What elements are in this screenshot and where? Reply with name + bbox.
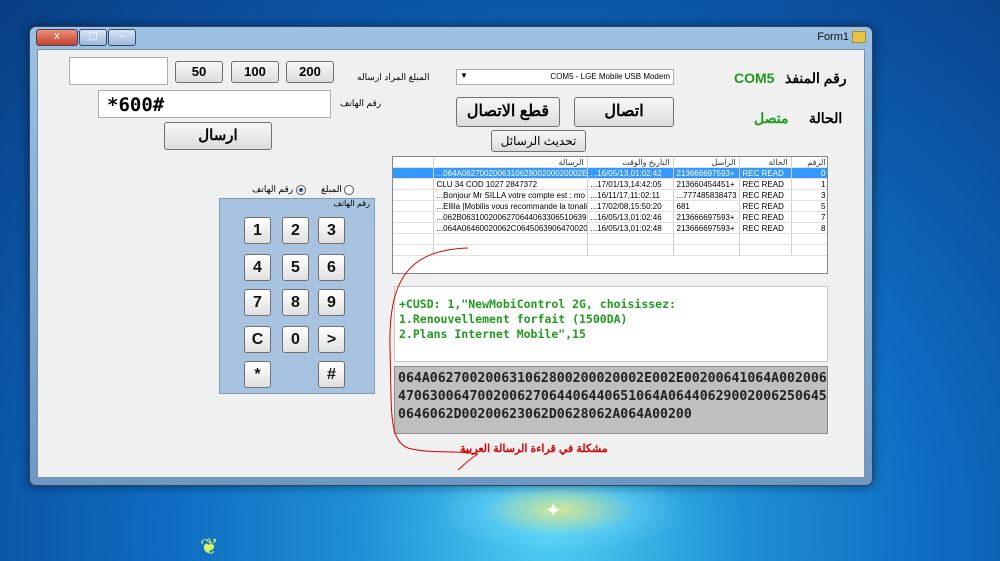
cell-number[interactable]: 0 — [791, 167, 827, 179]
cell-status[interactable]: REC READ — [739, 178, 792, 190]
key-9[interactable]: 9 — [318, 289, 345, 316]
cell-message[interactable]: ...064A062700200631062800200020002E002E — [433, 167, 588, 179]
connect-button[interactable]: اتصال — [574, 97, 674, 127]
app-icon — [852, 31, 866, 44]
radio-amount-circle[interactable] — [344, 184, 355, 195]
radio-amount-label: المبلغ — [321, 184, 342, 194]
desktop-leaf: ❦ — [200, 535, 219, 560]
cell-number[interactable]: 7 — [791, 211, 827, 223]
radio-phone[interactable]: رقم الهاتف — [252, 184, 306, 195]
cell-datetime[interactable]: ...17/02/08,15:50:20 — [587, 200, 674, 212]
key-next[interactable]: > — [318, 326, 345, 353]
minimize-button[interactable]: ‒ — [108, 29, 136, 46]
row-header-cell — [393, 167, 434, 179]
row-header-cell — [393, 189, 434, 201]
amount-200-button[interactable]: 200 — [286, 61, 334, 83]
table-row[interactable]: ...Bonjour Mr SILLA votre compte est : m… — [393, 189, 827, 201]
maximize-button[interactable]: □ — [79, 29, 107, 46]
app-window: x □ ‒ Form1 50 100 200 المبلغ المراد ارس… — [29, 26, 873, 486]
cell-sender[interactable]: 213666697593+ — [673, 167, 740, 179]
form-client-area: 50 100 200 المبلغ المراد ارساله *600# رق… — [37, 49, 865, 478]
status-value: متصل — [754, 110, 789, 126]
key-star[interactable]: * — [244, 361, 271, 388]
cell-status[interactable]: REC READ — [739, 200, 792, 212]
key-2[interactable]: 2 — [282, 217, 309, 244]
key-clear[interactable]: C — [244, 326, 271, 353]
title-bar: x □ ‒ Form1 — [30, 27, 872, 49]
cell-message[interactable]: ...Ellila |Mobilis vous recommande la to… — [433, 200, 588, 212]
status-label: الحالة — [809, 110, 843, 126]
key-5[interactable]: 5 — [282, 254, 309, 281]
cell-status[interactable]: REC READ — [739, 222, 792, 234]
amount-label: المبلغ المراد ارساله — [357, 72, 430, 82]
cell-message[interactable]: CLU 34 COD 1027 2847372 — [433, 178, 588, 190]
key-3[interactable]: 3 — [318, 217, 345, 244]
cell-sender[interactable]: 213666697593+ — [673, 222, 740, 234]
table-row[interactable]: ...Ellila |Mobilis vous recommande la to… — [393, 200, 827, 212]
cell-sender[interactable]: ...777485838473 — [673, 189, 740, 201]
refresh-messages-button[interactable]: تحديث الرسائل — [491, 130, 586, 152]
annotation-text: مشكلة في قراءة الرسالة العربية — [460, 443, 608, 455]
port-select-value: COM5 - LGE Mobile USB Modem — [550, 72, 670, 81]
cell-datetime[interactable]: ...16/05/13,01:02:46 — [587, 211, 674, 223]
keypad-group: رقم الهاتف 1 2 3 4 5 6 7 8 9 C 0 > * # — [219, 198, 375, 394]
row-header-cell — [393, 178, 434, 190]
table-row[interactable]: ...064A062700200631062800200020002E002E … — [393, 167, 827, 179]
key-8[interactable]: 8 — [282, 289, 309, 316]
cell-message[interactable]: ...Bonjour Mr SILLA votre compte est : m… — [433, 189, 588, 201]
cell-number[interactable]: 5 — [791, 200, 827, 212]
port-select[interactable]: ▼ COM5 - LGE Mobile USB Modem — [456, 69, 674, 85]
annotation-arrow — [389, 247, 479, 471]
radio-amount[interactable]: المبلغ — [321, 184, 355, 195]
cell-datetime[interactable]: ...16/05/13,01:02:48 — [587, 222, 674, 234]
phone-input[interactable]: *600# — [98, 90, 331, 118]
column-header-datetime[interactable]: التاريخ والوقت — [587, 157, 674, 168]
amount-input[interactable] — [69, 57, 168, 85]
cell-number[interactable]: 3 — [791, 189, 827, 201]
phone-label: رقم الهاتف — [340, 98, 382, 108]
cell-status[interactable]: REC READ — [739, 211, 792, 223]
radio-phone-circle[interactable] — [295, 184, 306, 195]
key-hash[interactable]: # — [318, 361, 345, 388]
column-header-sender[interactable]: الراسل — [673, 157, 740, 168]
key-0[interactable]: 0 — [282, 326, 309, 353]
column-header-number[interactable]: الرقم — [791, 157, 827, 168]
table-row[interactable]: CLU 34 COD 1027 2847372 ...17/01/13,14:4… — [393, 178, 827, 190]
window-title: Form1 — [817, 31, 866, 44]
column-header-message[interactable]: الرسالة — [433, 157, 588, 168]
key-4[interactable]: 4 — [244, 254, 271, 281]
amount-100-button[interactable]: 100 — [231, 61, 279, 83]
cell-datetime[interactable]: ...17/01/13,14:42:05 — [587, 178, 674, 190]
cell-number[interactable]: 8 — [791, 222, 827, 234]
cell-status[interactable]: REC READ — [739, 189, 792, 201]
desktop-sparkle: ✦ — [545, 498, 562, 522]
keypad-group-label: رقم الهاتف — [333, 199, 370, 208]
cell-sender[interactable]: 213660454451+ — [673, 178, 740, 190]
port-value: COM5 — [734, 70, 775, 86]
cell-sender[interactable]: 681 — [673, 200, 740, 212]
cell-number[interactable]: 1 — [791, 178, 827, 190]
chevron-down-icon: ▼ — [460, 71, 468, 80]
send-button[interactable]: ارسال — [164, 122, 272, 150]
close-button[interactable]: x — [36, 29, 78, 46]
cell-sender[interactable]: 213666697593+ — [673, 211, 740, 223]
disconnect-button[interactable]: قطع الاتصال — [456, 97, 560, 127]
cell-datetime[interactable]: ...16/05/13,01:02:42 — [587, 167, 674, 179]
port-label: رقم المنفذ — [785, 70, 847, 86]
column-header-status[interactable]: الحالة — [739, 157, 792, 168]
key-1[interactable]: 1 — [244, 217, 271, 244]
key-6[interactable]: 6 — [318, 254, 345, 281]
table-header-row: الرسالة التاريخ والوقت الراسل الحالة الر… — [393, 157, 827, 168]
row-header-cell — [393, 157, 434, 168]
key-7[interactable]: 7 — [244, 289, 271, 316]
row-header-cell — [393, 200, 434, 212]
cell-datetime[interactable]: ...16/11/17,11:02:11 — [587, 189, 674, 201]
cell-status[interactable]: REC READ — [739, 167, 792, 179]
radio-phone-label: رقم الهاتف — [252, 184, 294, 194]
amount-50-button[interactable]: 50 — [175, 61, 223, 83]
